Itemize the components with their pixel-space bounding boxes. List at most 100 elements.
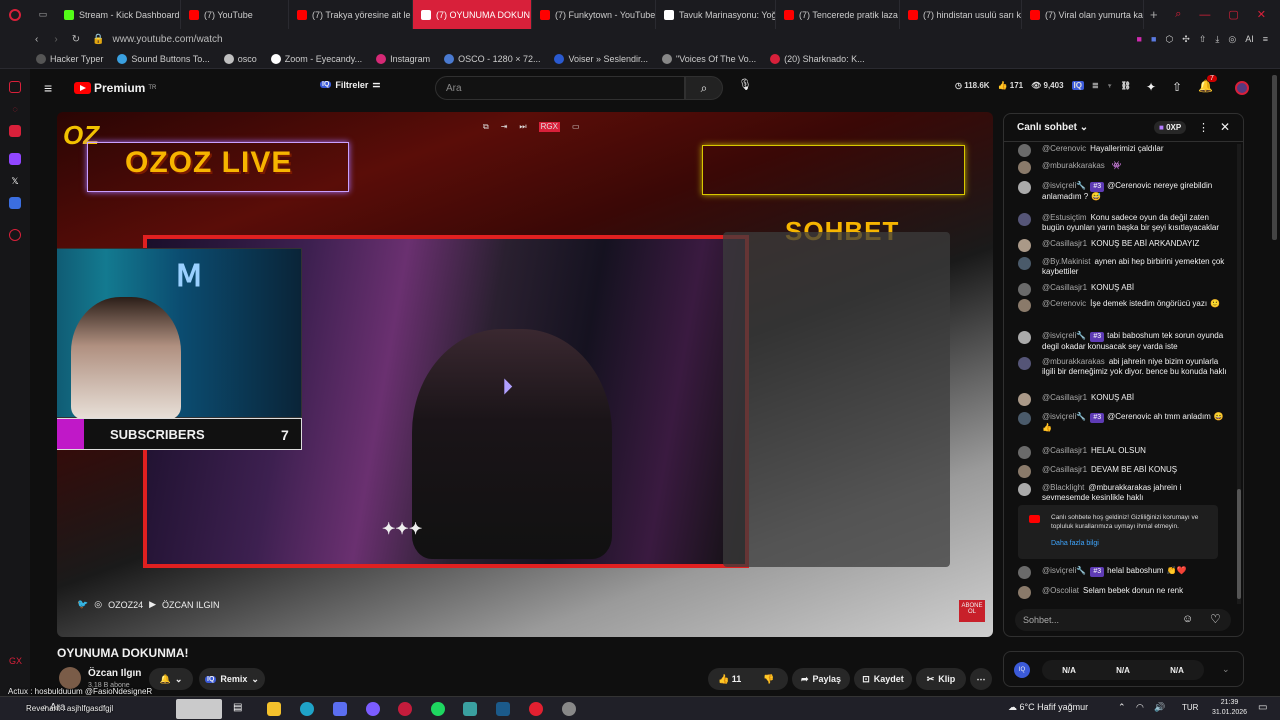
search-tabs-icon[interactable]: ⌕ <box>1175 8 1181 21</box>
extensions-icon[interactable]: ✣ <box>1182 34 1190 45</box>
messenger-icon[interactable]: ◌ <box>9 103 21 115</box>
chat-avatar[interactable] <box>1018 357 1031 370</box>
more-actions-button[interactable]: ⋯ <box>970 668 992 690</box>
bookmark-item[interactable]: OSCO - 1280 × 72... <box>444 53 540 64</box>
tray-chevron-icon[interactable]: ⌃ <box>1118 702 1126 713</box>
bookmark-item[interactable]: "Voices Of The Vo... <box>662 53 756 64</box>
spotify-icon[interactable] <box>431 702 445 716</box>
bookmark-item[interactable]: Instagram <box>376 53 430 64</box>
x-icon[interactable]: 𝕏 <box>9 175 21 187</box>
app-icon[interactable] <box>9 125 21 137</box>
chat-author[interactable]: @Cerenovic <box>1042 299 1086 308</box>
chat-author[interactable]: @Cerenovic <box>1042 144 1086 153</box>
chat-author[interactable]: @By.Makinist <box>1042 257 1090 266</box>
task-view-icon[interactable]: ▤ <box>233 702 247 716</box>
chevron-down-icon[interactable]: ⌄ <box>1222 664 1230 675</box>
chat-input[interactable]: Sohbet... <box>1015 609 1231 631</box>
chat-author[interactable]: @Casillasjr1 <box>1042 239 1087 248</box>
chat-avatar[interactable] <box>1018 393 1031 406</box>
explorer-icon[interactable] <box>267 702 281 716</box>
browser-tab[interactable]: Stream - Kick Dashboard <box>56 0 181 29</box>
close-chat-icon[interactable]: ✕ <box>1220 120 1230 134</box>
filters-button[interactable]: IQ Filtreler ⚌ <box>320 79 380 90</box>
channel-name[interactable]: Özcan Ilgın <box>88 668 141 679</box>
extension-icon[interactable]: ■ <box>1151 34 1156 45</box>
upload-icon[interactable]: ⇧ <box>1172 80 1182 94</box>
camera-icon[interactable]: ◎ <box>1228 34 1236 45</box>
opera-icon[interactable] <box>529 702 543 716</box>
trophy-icon[interactable]: ♆ <box>1107 81 1113 90</box>
chat-author[interactable]: @Estusiçtim <box>1042 213 1087 222</box>
xp-badge[interactable]: ■ 0XP <box>1154 121 1187 134</box>
chat-author[interactable]: @isviçreli🔧 <box>1042 566 1086 575</box>
vk-icon[interactable] <box>9 197 21 209</box>
back-icon[interactable]: ‹ <box>35 34 38 45</box>
reload-icon[interactable]: ↻ <box>72 34 80 45</box>
chat-avatar[interactable] <box>1018 239 1031 252</box>
chat-more-icon[interactable]: ⋮ <box>1198 121 1209 134</box>
forward-icon[interactable]: › <box>54 34 57 45</box>
iq-icon[interactable]: IQ <box>1014 662 1030 678</box>
bookmark-item[interactable]: (20) Sharknado: K... <box>770 53 865 64</box>
rgx-icon[interactable]: RGX <box>538 122 560 132</box>
emoji-icon[interactable]: ☺ <box>1182 613 1193 625</box>
hamburger-menu-icon[interactable]: ≡ <box>44 80 52 96</box>
voice-search-icon[interactable]: 🎙 <box>736 78 754 96</box>
next-icon[interactable]: ⏭ <box>519 122 526 132</box>
share-button[interactable]: ➦ Paylaş <box>792 668 850 690</box>
extension-icon[interactable]: ■ <box>1137 34 1142 45</box>
browser-tab[interactable]: Tavuk Marinasyonu: Yoğ <box>656 0 776 29</box>
tab-menu-icon[interactable]: ▭ <box>30 9 56 20</box>
subscribed-bell-button[interactable]: 🔔 ⌄ <box>149 668 193 690</box>
chat-avatar[interactable] <box>1018 465 1031 478</box>
browser-tab[interactable]: (7) OYUNUMA DOKUN <box>413 0 532 29</box>
app-icon[interactable] <box>463 702 477 716</box>
chat-author[interactable]: @isviçreli🔧 <box>1042 181 1086 190</box>
chat-mode-dropdown[interactable]: Canlı sohbet ⌄ <box>1017 122 1088 133</box>
share-icon[interactable]: ⇧ <box>1199 34 1207 45</box>
chat-avatar[interactable] <box>1018 144 1031 157</box>
gemini-icon[interactable]: ✦ <box>1146 80 1156 94</box>
remix-button[interactable]: IQ Remix ⌄ <box>199 668 265 690</box>
theater-icon[interactable]: ▭ <box>572 122 580 132</box>
chat-avatar[interactable] <box>1018 586 1031 599</box>
channel-avatar[interactable] <box>59 667 81 689</box>
history-icon[interactable] <box>9 229 21 241</box>
chat-avatar[interactable] <box>1018 446 1031 459</box>
volume-icon[interactable]: 🔊 <box>1154 702 1165 713</box>
bookmark-item[interactable]: Hacker Typer <box>36 53 103 64</box>
learn-more-link[interactable]: Daha fazla bilgi <box>1051 540 1099 547</box>
iq-badge-icon[interactable]: IQ <box>1071 81 1084 90</box>
bookmark-item[interactable]: Zoom - Eyecandy... <box>270 53 362 64</box>
save-button[interactable]: ⊡ Kaydet <box>854 668 912 690</box>
list-icon[interactable]: ≣ <box>1092 81 1099 90</box>
search-button[interactable]: ⌕ <box>685 76 723 100</box>
url-field[interactable]: www.youtube.com/watch <box>113 34 223 45</box>
gx-icon[interactable]: GX <box>9 655 22 667</box>
browser-tab[interactable]: (7) Funkytown - YouTube <box>532 0 656 29</box>
download-icon[interactable]: ⤓ <box>1215 34 1219 45</box>
twitch-icon[interactable] <box>9 153 21 165</box>
clip-button[interactable]: ✂ Klip <box>916 668 966 690</box>
chat-author[interactable]: @Oscoliat <box>1042 586 1079 595</box>
chat-avatar[interactable] <box>1018 161 1031 174</box>
dislike-button[interactable]: 👎 <box>763 674 774 685</box>
edge-icon[interactable] <box>300 702 314 716</box>
chat-author[interactable]: @isviçreli🔧 <box>1042 412 1086 421</box>
ai-icon[interactable]: AI <box>1245 34 1254 45</box>
maximize-icon[interactable]: ▢ <box>1228 8 1238 21</box>
chat-author[interactable]: @Casillasjr1 <box>1042 393 1087 402</box>
obs-icon[interactable] <box>562 702 576 716</box>
notification-center-icon[interactable]: ▭ <box>1258 702 1267 713</box>
steam-icon[interactable] <box>496 702 510 716</box>
language-indicator[interactable]: TUR <box>1182 703 1198 712</box>
chat-author[interactable]: @Casillasjr1 <box>1042 283 1087 292</box>
browser-tab[interactable]: (7) Tencerede pratik laza <box>776 0 900 29</box>
chat-avatar[interactable] <box>1018 257 1031 270</box>
search-input[interactable]: Ara <box>435 76 685 100</box>
chat-avatar[interactable] <box>1018 299 1031 312</box>
browser-tab[interactable]: (7) YouTube <box>181 0 289 29</box>
youtube-logo[interactable]: Premium TR <box>74 81 156 95</box>
chat-avatar[interactable] <box>1018 566 1031 579</box>
chat-avatar[interactable] <box>1018 483 1031 496</box>
